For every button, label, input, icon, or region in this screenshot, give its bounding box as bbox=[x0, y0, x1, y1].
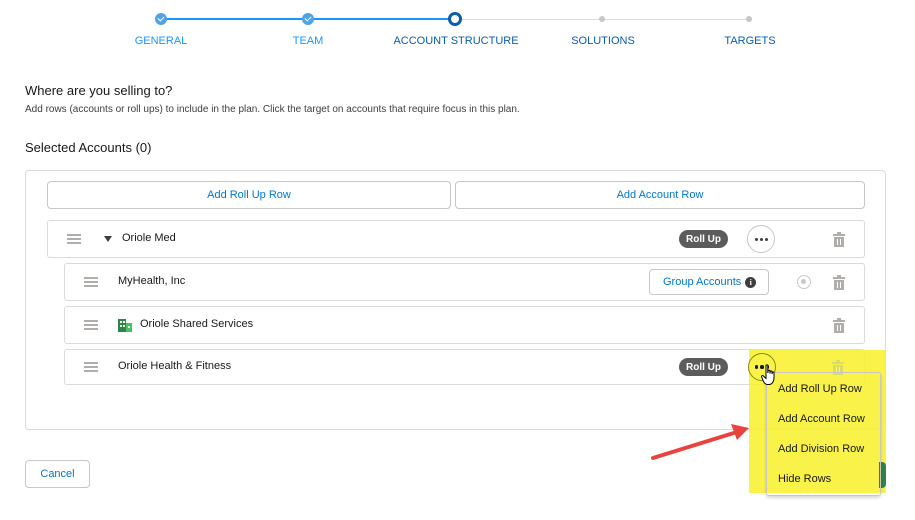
menu-item-add-roll-up-row[interactable]: Add Roll Up Row bbox=[778, 383, 862, 395]
menu-item-add-account-row[interactable]: Add Account Row bbox=[778, 413, 865, 425]
target-icon[interactable] bbox=[797, 275, 811, 289]
trash-icon[interactable] bbox=[833, 318, 845, 333]
chevron-down-icon[interactable] bbox=[104, 236, 112, 242]
more-dots-icon bbox=[754, 365, 759, 369]
red-arrow-annotation bbox=[651, 424, 749, 460]
building-icon bbox=[118, 319, 132, 332]
trash-icon[interactable] bbox=[833, 275, 845, 290]
step-team-check-icon[interactable] bbox=[302, 13, 314, 25]
drag-handle-icon[interactable] bbox=[84, 362, 98, 372]
step-label-general[interactable]: GENERAL bbox=[135, 35, 188, 47]
row-label: MyHealth, Inc bbox=[118, 275, 186, 287]
account-row-myhealth[interactable]: MyHealth, Inc Group Accounts i bbox=[64, 263, 865, 301]
progress-line-done-2 bbox=[308, 18, 455, 20]
more-dots-icon bbox=[754, 237, 758, 241]
row-label: Oriole Med bbox=[122, 232, 176, 244]
step-label-account-structure[interactable]: ACCOUNT STRUCTURE bbox=[393, 35, 518, 47]
step-label-targets[interactable]: TARGETS bbox=[724, 35, 775, 47]
step-label-solutions[interactable]: SOLUTIONS bbox=[571, 35, 635, 47]
row-label: Oriole Shared Services bbox=[140, 318, 254, 330]
cancel-button[interactable]: Cancel bbox=[25, 460, 90, 488]
account-row-oriole-health-fitness[interactable]: Oriole Health & Fitness Roll Up bbox=[64, 349, 865, 385]
drag-handle-icon[interactable] bbox=[84, 320, 98, 330]
progress-stepper: GENERAL TEAM ACCOUNT STRUCTURE SOLUTIONS… bbox=[0, 0, 915, 60]
group-accounts-label: Group Accounts bbox=[663, 276, 742, 288]
step-general-check-icon[interactable] bbox=[155, 13, 167, 25]
row-actions-more-button[interactable] bbox=[747, 225, 775, 253]
account-row-oriole-shared-services[interactable]: Oriole Shared Services bbox=[64, 306, 865, 344]
roll-up-badge: Roll Up bbox=[679, 358, 728, 376]
section-question: Where are you selling to? bbox=[25, 83, 173, 98]
progress-line-done-1 bbox=[163, 18, 308, 20]
section-description: Add rows (accounts or roll ups) to inclu… bbox=[25, 104, 520, 115]
step-targets-marker[interactable] bbox=[746, 16, 752, 22]
roll-up-badge: Roll Up bbox=[679, 230, 728, 248]
group-accounts-button[interactable]: Group Accounts i bbox=[649, 269, 770, 295]
add-account-row-button[interactable]: Add Account Row bbox=[455, 181, 865, 209]
info-icon: i bbox=[745, 276, 757, 288]
menu-item-add-division-row[interactable]: Add Division Row bbox=[778, 443, 864, 455]
row-label: Oriole Health & Fitness bbox=[118, 360, 232, 372]
trash-icon[interactable] bbox=[833, 232, 845, 247]
step-solutions-marker[interactable] bbox=[599, 16, 605, 22]
selected-accounts-heading: Selected Accounts (0) bbox=[25, 140, 152, 155]
menu-item-hide-rows[interactable]: Hide Rows bbox=[778, 473, 831, 485]
step-label-team[interactable]: TEAM bbox=[293, 35, 324, 47]
row-actions-menu: Add Roll Up Row Add Account Row Add Divi… bbox=[766, 372, 881, 496]
account-row-oriole-med[interactable]: Oriole Med Roll Up bbox=[47, 220, 865, 258]
add-roll-up-row-button[interactable]: Add Roll Up Row bbox=[47, 181, 451, 209]
step-account-structure-marker[interactable] bbox=[448, 12, 462, 26]
hand-cursor-icon bbox=[761, 364, 775, 385]
drag-handle-icon[interactable] bbox=[67, 234, 81, 244]
drag-handle-icon[interactable] bbox=[84, 277, 98, 287]
